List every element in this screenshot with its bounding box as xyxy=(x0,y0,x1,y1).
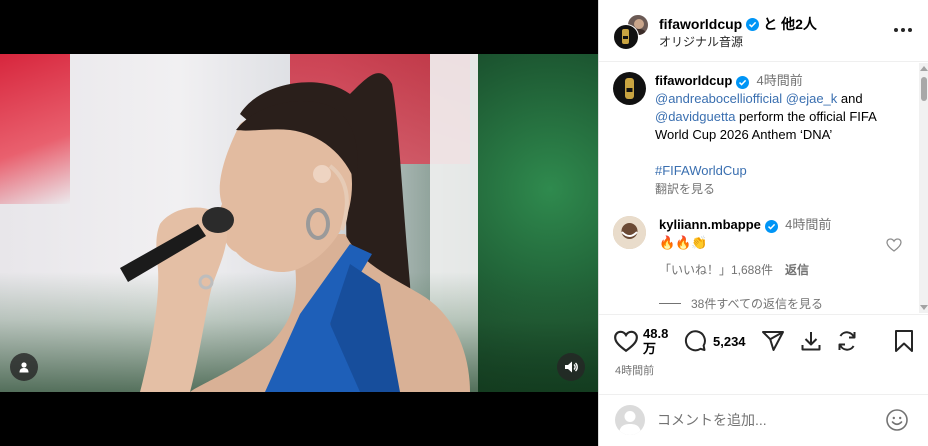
like-count-number: 48.8 xyxy=(643,326,669,341)
bookmark-icon xyxy=(895,330,913,352)
comment-reply-button[interactable]: 返信 xyxy=(785,261,809,278)
more-icon-dot xyxy=(908,28,912,32)
performer-illustration xyxy=(120,73,470,392)
view-replies-label: 38件すべての返信を見る xyxy=(691,297,824,311)
verified-icon xyxy=(764,220,778,233)
hashtag-link[interactable]: #FIFAWorldCup xyxy=(655,163,747,178)
more-icon-dot xyxy=(901,28,905,32)
verified-icon xyxy=(746,17,760,31)
mention-link[interactable]: @davidguetta xyxy=(655,109,735,124)
heart-icon xyxy=(614,330,638,353)
comments-section: fifaworldcup 4時間前 @andreabocelliofficial… xyxy=(599,63,928,313)
repost-icon xyxy=(838,331,856,351)
comment-avatar[interactable] xyxy=(613,216,646,249)
comment-text: 🔥🔥👏 xyxy=(659,235,708,250)
mention-link[interactable]: @andreabocelliofficial xyxy=(655,91,782,106)
post-header: fifaworldcup と 他2人 オリジナル音源 xyxy=(599,0,928,62)
scroll-thumb[interactable] xyxy=(921,77,927,101)
more-options-button[interactable] xyxy=(891,20,915,40)
comment-button[interactable]: 5,234 xyxy=(683,327,746,355)
like-button[interactable]: 48.8 万 xyxy=(613,326,668,356)
comment-body: kyliiann.mbappe 4時間前 🔥🔥👏 xyxy=(659,216,879,252)
fifa-avatar[interactable] xyxy=(613,24,639,50)
post-side-panel: fifaworldcup と 他2人 オリジナル音源 fifaworldcup … xyxy=(598,0,928,446)
view-replies-button[interactable]: 38件すべての返信を見る xyxy=(659,295,823,312)
tagged-users-button[interactable] xyxy=(10,353,38,381)
translate-link[interactable]: 翻訳を見る xyxy=(655,180,909,198)
coauthor-avatars[interactable] xyxy=(613,14,649,50)
action-bar: 48.8 万 5,234 4時間前 xyxy=(599,314,928,384)
add-comment-bar xyxy=(599,394,928,446)
caption-time[interactable]: 4時間前 xyxy=(757,73,803,88)
header-coauthors[interactable]: と 他2人 xyxy=(763,14,817,34)
header-username-line: fifaworldcup と 他2人 xyxy=(659,14,817,34)
video-frame[interactable] xyxy=(0,54,598,392)
replies-divider xyxy=(659,303,681,304)
repost-button[interactable] xyxy=(835,327,859,355)
scroll-up-arrow[interactable] xyxy=(920,66,928,71)
comment-input[interactable] xyxy=(657,409,867,431)
caption-avatar[interactable] xyxy=(613,72,646,105)
save-alt-icon xyxy=(801,332,821,351)
speaker-icon xyxy=(565,361,578,373)
header-audio[interactable]: オリジナル音源 xyxy=(659,33,743,50)
header-username[interactable]: fifaworldcup xyxy=(659,16,742,32)
comment-username[interactable]: kyliiann.mbappe xyxy=(659,217,761,232)
download-button[interactable] xyxy=(799,327,823,355)
caption-username[interactable]: fifaworldcup xyxy=(655,73,732,88)
comment-meta: 「いいね！」1,688件 返信 xyxy=(659,261,809,278)
comment-icon xyxy=(684,330,706,352)
like-count[interactable]: 48.8 万 xyxy=(643,326,668,356)
comment-count: 5,234 xyxy=(713,333,746,349)
scroll-down-arrow[interactable] xyxy=(920,305,928,310)
post-timestamp[interactable]: 4時間前 xyxy=(615,362,654,378)
comment-likes[interactable]: 「いいね！」1,688件 xyxy=(659,261,773,278)
save-button[interactable] xyxy=(893,327,915,355)
mention-link[interactable]: @ejae_k xyxy=(786,91,838,106)
caption-and: and xyxy=(840,91,863,106)
comment-time[interactable]: 4時間前 xyxy=(785,217,831,232)
caption: fifaworldcup 4時間前 @andreabocelliofficial… xyxy=(655,72,909,198)
user-icon xyxy=(19,362,29,373)
like-count-unit: 万 xyxy=(643,341,657,356)
media-pane xyxy=(0,0,598,446)
share-icon xyxy=(762,331,784,351)
more-icon xyxy=(894,28,898,32)
share-button[interactable] xyxy=(761,327,785,355)
verified-icon xyxy=(735,76,749,89)
heart-icon[interactable] xyxy=(886,237,902,253)
audio-toggle-button[interactable] xyxy=(557,353,585,381)
current-user-avatar xyxy=(615,405,645,435)
emoji-icon[interactable] xyxy=(885,408,909,432)
comments-scrollbar[interactable] xyxy=(919,63,928,313)
